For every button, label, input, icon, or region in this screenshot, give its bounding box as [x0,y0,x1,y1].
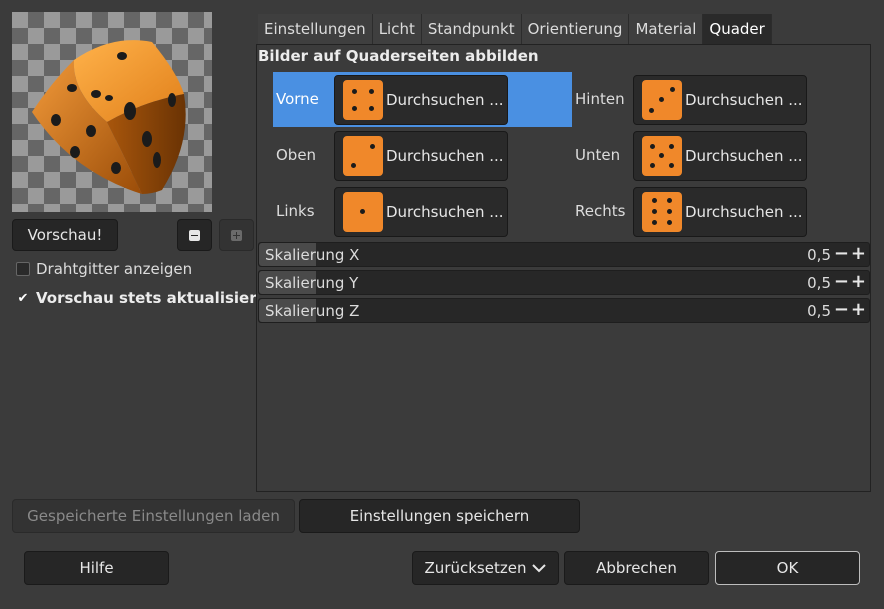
browse-label: Durchsuchen ... [386,203,504,221]
scale-y-plus-button[interactable]: + [851,272,866,292]
always-update-label: Vorschau stets aktualisieren [36,289,278,307]
face-label-unten: Unten [575,146,621,164]
browse-button-links[interactable]: Durchsuchen ... [334,187,508,237]
tab-standpunkt[interactable]: Standpunkt [421,14,522,44]
scale-z-value[interactable]: 0,5 [807,302,831,320]
tab-material[interactable]: Material [629,14,704,44]
reset-button[interactable]: Zurücksetzen [412,551,559,585]
scale-x-minus-button[interactable]: − [834,244,849,264]
zoom-in-button[interactable] [219,219,254,251]
wireframe-checkbox[interactable]: Drahtgitter anzeigen [16,260,192,278]
die-four-icon [343,80,383,120]
save-settings-button[interactable]: Einstellungen speichern [299,499,580,533]
browse-label: Durchsuchen ... [685,91,803,109]
die-three-icon [642,80,682,120]
cancel-button[interactable]: Abbrechen [564,551,709,585]
face-label-oben: Oben [276,146,317,164]
die-one-icon [343,192,383,232]
scale-z-spinscale[interactable]: Skalierung Z 0,5 − + [258,298,870,323]
scale-y-value[interactable]: 0,5 [807,274,831,292]
browse-label: Durchsuchen ... [386,147,504,165]
zoom-out-button[interactable] [177,219,212,251]
ok-button[interactable]: OK [715,551,860,585]
wireframe-label: Drahtgitter anzeigen [36,260,193,278]
preview-canvas [12,12,212,212]
browse-label: Durchsuchen ... [685,147,803,165]
always-update-checkbox[interactable]: ✔ Vorschau stets aktualisieren [16,289,278,307]
chevron-down-icon [532,564,547,573]
browse-label: Durchsuchen ... [685,203,803,221]
scale-x-label: Skalierung X [265,246,360,264]
help-button[interactable]: Hilfe [24,551,169,585]
section-title: Bilder auf Quaderseiten abbilden [258,47,539,65]
browse-button-hinten[interactable]: Durchsuchen ... [633,75,807,125]
browse-button-unten[interactable]: Durchsuchen ... [633,131,807,181]
plus-icon [231,229,242,241]
browse-button-vorne[interactable]: Durchsuchen ... [334,75,508,125]
face-label-vorne: Vorne [276,90,319,108]
face-label-links: Links [276,202,315,220]
scale-z-plus-button[interactable]: + [851,300,866,320]
preview-button[interactable]: Vorschau! [12,219,118,251]
face-label-rechts: Rechts [575,202,626,220]
tab-licht[interactable]: Licht [372,14,422,44]
load-settings-button[interactable]: Gespeicherte Einstellungen laden [12,499,295,533]
checkmark-icon: ✔ [17,290,29,306]
tab-quader[interactable]: Quader [703,14,772,44]
browse-button-rechts[interactable]: Durchsuchen ... [633,187,807,237]
tab-orientierung[interactable]: Orientierung [521,14,630,44]
die-five-icon [642,136,682,176]
scale-z-minus-button[interactable]: − [834,300,849,320]
scale-x-plus-button[interactable]: + [851,244,866,264]
browse-label: Durchsuchen ... [386,91,504,109]
die-two-icon [343,136,383,176]
browse-button-oben[interactable]: Durchsuchen ... [334,131,508,181]
tab-bar: Einstellungen Licht Standpunkt Orientier… [258,14,772,44]
scale-z-label: Skalierung Z [265,302,360,320]
reset-label: Zurücksetzen [424,559,527,577]
tab-einstellungen[interactable]: Einstellungen [258,14,373,44]
scale-x-value[interactable]: 0,5 [807,246,831,264]
minus-icon [189,229,200,241]
scale-y-label: Skalierung Y [265,274,359,292]
face-label-hinten: Hinten [575,90,625,108]
die-preview-image [32,40,186,194]
checkbox-box [16,262,30,276]
scale-x-spinscale[interactable]: Skalierung X 0,5 − + [258,242,870,267]
scale-y-minus-button[interactable]: − [834,272,849,292]
die-six-icon [642,192,682,232]
scale-y-spinscale[interactable]: Skalierung Y 0,5 − + [258,270,870,295]
